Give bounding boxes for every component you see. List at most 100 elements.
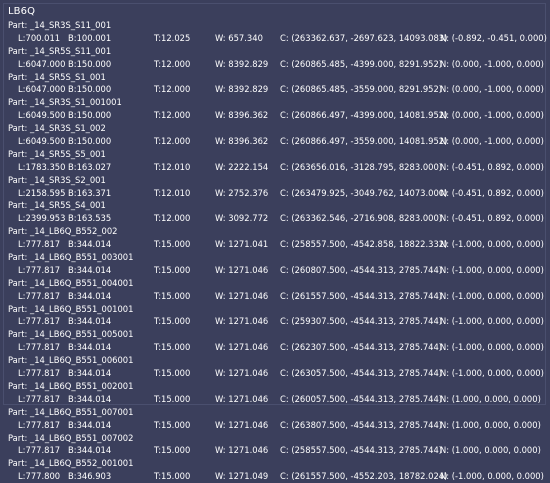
normal-vector: N: (0.000, -1.000, 0.000) bbox=[440, 58, 544, 69]
breadth-value: B:344.014 bbox=[68, 239, 112, 250]
weight-value: W: 2752.376 bbox=[215, 187, 269, 198]
weight-value: W: 1271.046 bbox=[215, 368, 269, 379]
normal-vector: N: (-1.000, 0.000, 0.000) bbox=[440, 264, 544, 275]
part-properties-row: L:777.817 B:344.014 T:15.000 W: 1271.046 C: … bbox=[8, 341, 544, 354]
breadth-value: B:150.000 bbox=[68, 58, 112, 69]
thickness-value: T:15.000 bbox=[154, 342, 191, 353]
weight-value: W: 1271.046 bbox=[215, 393, 269, 404]
part-properties-row: L:6049.500 B:150.000 T:12.000 W: 8396.362 C:… bbox=[8, 135, 544, 148]
length-value: L:777.817 bbox=[18, 342, 61, 353]
weight-value: W: 3092.772 bbox=[215, 213, 269, 224]
normal-vector: N: (0.000, -1.000, 0.000) bbox=[440, 110, 544, 121]
length-value: L:1783.350 bbox=[18, 161, 66, 172]
part-properties-row: L:6049.500 B:150.000 T:12.000 W: 8396.362 C:… bbox=[8, 109, 544, 122]
center-coordinates: C: (259307.500, -4544.313, 2785.744) bbox=[280, 316, 443, 327]
normal-vector: N: (1.000, 0.000, 0.000) bbox=[440, 445, 541, 456]
output-panel: LB6Q Part: _14_SR3S_S11_001 L:700.011 B:10… bbox=[3, 3, 547, 481]
normal-vector: N: (1.000, 0.000, 0.000) bbox=[440, 393, 541, 404]
part-properties-row: L:777.817 B:344.014 T:15.000 W: 1271.046 C: … bbox=[8, 393, 541, 406]
thickness-value: T:15.000 bbox=[154, 290, 191, 301]
normal-vector: N: (1.000, 0.000, 0.000) bbox=[440, 419, 541, 430]
thickness-value: T:12.000 bbox=[154, 213, 191, 224]
thickness-value: T:15.000 bbox=[154, 419, 191, 430]
part-name: Part: _14_LB6Q_B551_005001 bbox=[8, 329, 134, 340]
part-name: Part: _14_LB6Q_B551_002001 bbox=[8, 380, 134, 391]
part-properties-row: L:2399.953 B:163.535 T:12.000 W: 3092.772 C:… bbox=[8, 212, 544, 225]
weight-value: W: 8392.829 bbox=[215, 58, 269, 69]
part-properties-row: L:1783.350 B:163.027 T:12.010 W: 2222.154 C:… bbox=[8, 161, 544, 174]
breadth-value: B:344.014 bbox=[68, 393, 112, 404]
center-coordinates: C: (263362.637, -2697.623, 14093.083) bbox=[280, 32, 448, 43]
weight-value: W: 1271.046 bbox=[215, 342, 269, 353]
breadth-value: B:163.027 bbox=[68, 161, 112, 172]
thickness-value: T:12.010 bbox=[154, 187, 191, 198]
part-name: Part: _14_SR5S_S11_001 bbox=[8, 45, 112, 56]
normal-vector: N: (-1.000, 0.000, 0.000) bbox=[440, 239, 544, 250]
breadth-value: B:344.014 bbox=[68, 264, 112, 275]
weight-value: W: 1271.046 bbox=[215, 290, 269, 301]
thickness-value: T:15.000 bbox=[154, 368, 191, 379]
breadth-value: B:150.000 bbox=[68, 110, 112, 121]
part-name: Part: _14_SR3S_S1_002 bbox=[8, 123, 106, 134]
thickness-value: T:12.025 bbox=[154, 32, 191, 43]
weight-value: W: 1271.046 bbox=[215, 419, 269, 430]
part-name: Part: _14_SR3S_S11_001 bbox=[8, 20, 112, 30]
length-value: L:2158.595 bbox=[18, 187, 66, 198]
part-name: Part: _14_SR3S_S1_001001 bbox=[8, 97, 122, 108]
weight-value: W: 1271.046 bbox=[215, 445, 269, 456]
center-coordinates: C: (262307.500, -4544.313, 2785.744) bbox=[280, 342, 443, 353]
center-coordinates: C: (263807.500, -4544.313, 2785.744) bbox=[280, 419, 443, 430]
part-properties-row: L:2158.595 B:163.371 T:12.010 W: 2752.376 C:… bbox=[8, 187, 544, 200]
normal-vector: N: (0.000, -1.000, 0.000) bbox=[440, 84, 544, 95]
breadth-value: B:163.371 bbox=[68, 187, 112, 198]
length-value: L:777.817 bbox=[18, 393, 61, 404]
thickness-value: T:12.000 bbox=[154, 136, 191, 147]
part-name: Part: _14_SR5S_S5_001 bbox=[8, 148, 106, 159]
length-value: L:777.817 bbox=[18, 290, 61, 301]
center-coordinates: C: (263057.500, -4544.313, 2785.744) bbox=[280, 368, 443, 379]
normal-vector: N: (-1.000, 0.000, 0.000) bbox=[440, 290, 544, 301]
weight-value: W: 1271.046 bbox=[215, 264, 269, 275]
normal-vector: N: (-1.000, 0.000, 0.000) bbox=[440, 342, 544, 353]
thickness-value: T:15.000 bbox=[154, 316, 191, 327]
length-value: L:777.800 bbox=[18, 471, 61, 482]
part-name: Part: _14_LB6Q_B551_006001 bbox=[8, 355, 134, 366]
part-name: Part: _14_SR3S_S2_001 bbox=[8, 174, 106, 185]
weight-value: W: 8396.362 bbox=[215, 110, 269, 121]
length-value: L:777.817 bbox=[18, 445, 61, 456]
part-properties-row: L:777.817 B:344.014 T:15.000 W: 1271.041 C: … bbox=[8, 238, 544, 251]
breadth-value: B:163.535 bbox=[68, 213, 112, 224]
normal-vector: N: (-1.000, 0.000, 0.000) bbox=[440, 368, 544, 379]
part-list: Part: _14_SR3S_S11_001 L:700.011 B:100.001… bbox=[8, 19, 547, 481]
breadth-value: B:344.014 bbox=[68, 290, 112, 301]
weight-value: W: 2222.154 bbox=[215, 161, 269, 172]
part-properties-row: L:700.011 B:100.001 T:12.025 W: 657.340 C: (… bbox=[8, 32, 547, 45]
normal-vector: N: (-1.000, 0.000, 0.000) bbox=[440, 316, 544, 327]
breadth-value: B:344.014 bbox=[68, 368, 112, 379]
length-value: L:777.817 bbox=[18, 419, 61, 430]
normal-vector: N: (-0.451, 0.892, 0.000) bbox=[440, 213, 544, 224]
weight-value: W: 8396.362 bbox=[215, 136, 269, 147]
center-coordinates: C: (261557.500, -4544.313, 2785.744) bbox=[280, 290, 443, 301]
center-coordinates: C: (260807.500, -4544.313, 2785.744) bbox=[280, 264, 443, 275]
thickness-value: T:15.000 bbox=[154, 445, 191, 456]
thickness-value: T:15.000 bbox=[154, 239, 191, 250]
part-properties-row: L:777.817 B:344.014 T:15.000 W: 1271.046 C: … bbox=[8, 444, 541, 457]
breadth-value: B:150.000 bbox=[68, 136, 112, 147]
normal-vector: N: (-0.451, 0.892, 0.000) bbox=[440, 187, 544, 198]
breadth-value: B:344.014 bbox=[68, 419, 112, 430]
weight-value: W: 1271.041 bbox=[215, 239, 269, 250]
center-coordinates: C: (263362.546, -2716.908, 8283.000) bbox=[280, 213, 443, 224]
part-properties-row: L:777.817 B:344.014 T:15.000 W: 1271.046 C: … bbox=[8, 367, 544, 380]
thickness-value: T:12.000 bbox=[154, 84, 191, 95]
length-value: L:2399.953 bbox=[18, 213, 66, 224]
part-properties-row: L:777.800 B:346.903 T:15.000 W: 1271.049 C: … bbox=[8, 470, 544, 483]
normal-vector: N: (-1.000, 0.000, 0.000) bbox=[440, 471, 544, 482]
breadth-value: B:344.014 bbox=[68, 342, 112, 353]
center-coordinates: C: (260865.485, -3559.000, 8291.952) bbox=[280, 84, 443, 95]
part-properties-row: L:6047.000 B:150.000 T:12.000 W: 8392.829 C:… bbox=[8, 83, 544, 96]
length-value: L:777.817 bbox=[18, 368, 61, 379]
part-name: Part: _14_LB6Q_B552_001001 bbox=[8, 458, 134, 469]
part-properties-row: L:777.817 B:344.014 T:15.000 W: 1271.046 C: … bbox=[8, 264, 544, 277]
weight-value: W: 1271.049 bbox=[215, 471, 269, 482]
